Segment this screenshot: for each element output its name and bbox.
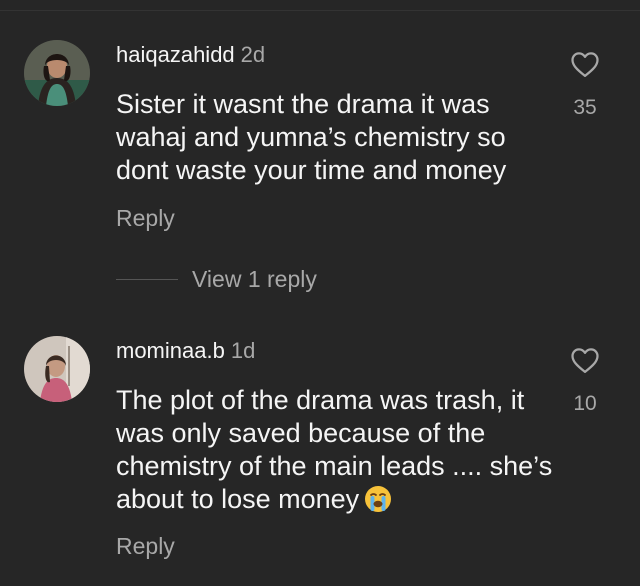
username[interactable]: mominaa.b <box>116 338 225 363</box>
replies-divider-line <box>116 279 178 280</box>
comment-text-body: The plot of the drama was trash, it was … <box>116 385 553 514</box>
comment-text: The plot of the drama was trash, it was … <box>116 384 556 522</box>
username[interactable]: haiqazahidd <box>116 42 235 67</box>
comment-age: 2d <box>240 42 266 67</box>
like-control: 35 <box>568 50 602 120</box>
reply-button[interactable]: Reply <box>116 533 175 560</box>
view-replies-button[interactable]: View 1 reply <box>116 266 317 293</box>
heart-outline-icon[interactable] <box>570 50 600 78</box>
view-replies-label: View 1 reply <box>192 266 317 292</box>
like-count: 35 <box>573 96 597 119</box>
comment-meta: haiqazahidd 2d <box>116 42 265 68</box>
like-count: 10 <box>573 392 597 415</box>
comment-meta: mominaa.b 1d <box>116 338 255 364</box>
comment-text: Sister it wasnt the drama it was wahaj a… <box>116 89 507 185</box>
avatar[interactable] <box>24 40 90 106</box>
comment-age: 1d <box>230 338 256 363</box>
top-divider <box>0 10 640 11</box>
loudly-crying-face-emoji <box>363 484 393 522</box>
heart-outline-icon[interactable] <box>570 346 600 374</box>
reply-button[interactable]: Reply <box>116 205 175 232</box>
avatar[interactable] <box>24 336 90 402</box>
like-control: 10 <box>568 346 602 416</box>
